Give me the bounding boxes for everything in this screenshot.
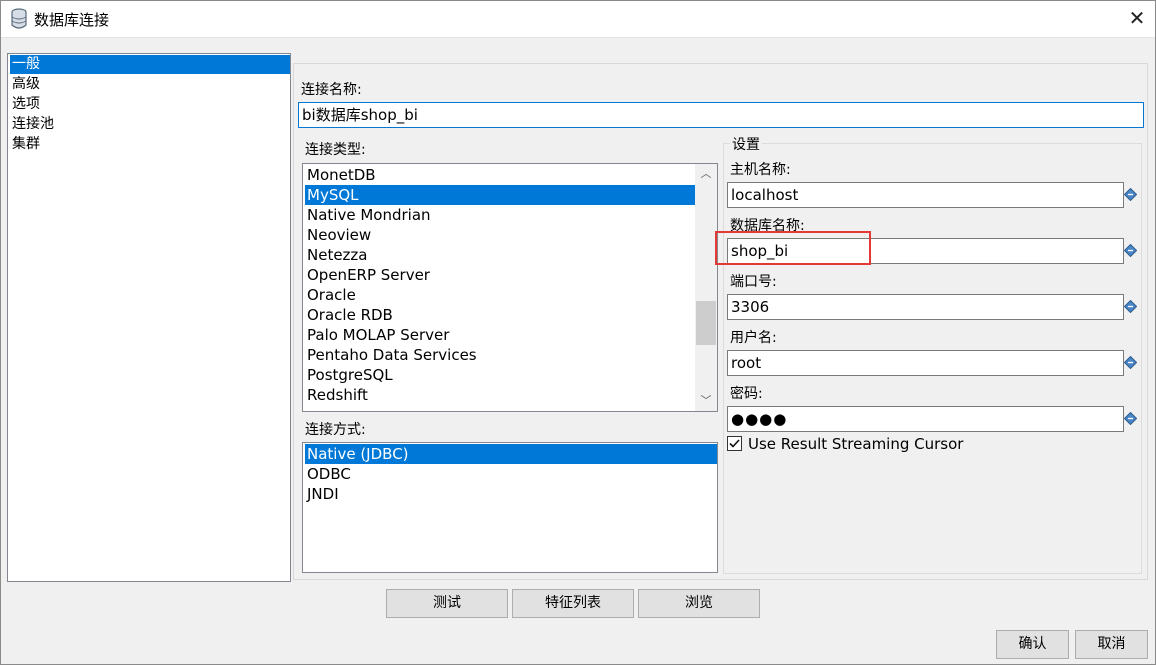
feature-list-button[interactable]: 特征列表 bbox=[512, 589, 634, 618]
list-item[interactable]: OpenERP Server bbox=[305, 265, 699, 285]
list-item[interactable]: Pentaho Data Services bbox=[305, 345, 699, 365]
list-item[interactable]: Redshift bbox=[305, 385, 699, 405]
title-bar: 数据库连接 ✕ bbox=[0, 0, 1156, 38]
nav-item-cluster[interactable]: 集群 bbox=[10, 135, 290, 154]
port-input[interactable]: 3306 bbox=[727, 294, 1124, 320]
host-input[interactable]: localhost bbox=[727, 182, 1124, 208]
checkmark-icon bbox=[729, 439, 740, 448]
chevron-down-icon[interactable]: ﹀ bbox=[695, 391, 717, 411]
connection-name-input[interactable]: bi数据库shop_bi bbox=[298, 102, 1144, 128]
access-method-list[interactable]: Native (JDBC) ODBC JNDI bbox=[302, 442, 718, 573]
host-label: 主机名称: bbox=[730, 162, 791, 178]
list-item[interactable]: Native Mondrian bbox=[305, 205, 699, 225]
nav-item-pooling[interactable]: 连接池 bbox=[10, 115, 290, 134]
list-item[interactable]: Native (JDBC) bbox=[305, 444, 717, 464]
streaming-cursor-checkbox[interactable] bbox=[727, 436, 742, 451]
username-label: 用户名: bbox=[730, 330, 777, 346]
browse-button[interactable]: 浏览 bbox=[638, 589, 760, 618]
variable-diamond-icon[interactable] bbox=[1124, 188, 1137, 201]
chevron-up-icon[interactable]: ︿ bbox=[695, 164, 717, 184]
nav-item-options[interactable]: 选项 bbox=[10, 95, 290, 114]
access-label: 连接方式: bbox=[305, 422, 366, 438]
window-title: 数据库连接 bbox=[34, 11, 110, 29]
list-item[interactable]: PostgreSQL bbox=[305, 365, 699, 385]
scrollbar-thumb[interactable] bbox=[696, 301, 716, 345]
list-item[interactable]: MonetDB bbox=[305, 165, 699, 185]
cancel-button[interactable]: 取消 bbox=[1075, 630, 1148, 659]
variable-diamond-icon[interactable] bbox=[1124, 300, 1137, 313]
variable-diamond-icon[interactable] bbox=[1124, 412, 1137, 425]
list-item[interactable]: MySQL bbox=[305, 185, 699, 205]
vertical-scrollbar[interactable]: ︿ ﹀ bbox=[695, 164, 717, 411]
password-input[interactable]: ●●●● bbox=[727, 406, 1124, 432]
list-item[interactable]: Netezza bbox=[305, 245, 699, 265]
list-item[interactable]: Oracle bbox=[305, 285, 699, 305]
nav-item-general[interactable]: 一般 bbox=[10, 55, 290, 74]
port-label: 端口号: bbox=[730, 274, 777, 290]
highlight-box bbox=[715, 231, 871, 265]
close-button[interactable]: ✕ bbox=[1118, 0, 1156, 38]
list-item[interactable]: JNDI bbox=[305, 484, 717, 504]
test-button[interactable]: 测试 bbox=[386, 589, 508, 618]
connection-type-list[interactable]: MonetDB MySQL Native Mondrian Neoview Ne… bbox=[302, 163, 718, 412]
ok-button[interactable]: 确认 bbox=[996, 630, 1069, 659]
database-icon bbox=[11, 8, 27, 29]
variable-diamond-icon[interactable] bbox=[1124, 356, 1137, 369]
category-list[interactable]: 一般 高级 选项 连接池 集群 bbox=[7, 53, 291, 582]
variable-diamond-icon[interactable] bbox=[1124, 244, 1137, 257]
nav-item-advanced[interactable]: 高级 bbox=[10, 75, 290, 94]
password-label: 密码: bbox=[730, 386, 763, 402]
list-item[interactable]: ODBC bbox=[305, 464, 717, 484]
connection-name-label: 连接名称: bbox=[301, 82, 362, 98]
username-input[interactable]: root bbox=[727, 350, 1124, 376]
connection-type-label: 连接类型: bbox=[305, 142, 366, 158]
list-item[interactable]: Neoview bbox=[305, 225, 699, 245]
list-item[interactable]: Palo MOLAP Server bbox=[305, 325, 699, 345]
settings-legend: 设置 bbox=[730, 134, 762, 154]
list-item[interactable]: Oracle RDB bbox=[305, 305, 699, 325]
streaming-cursor-label[interactable]: Use Result Streaming Cursor bbox=[748, 435, 963, 453]
